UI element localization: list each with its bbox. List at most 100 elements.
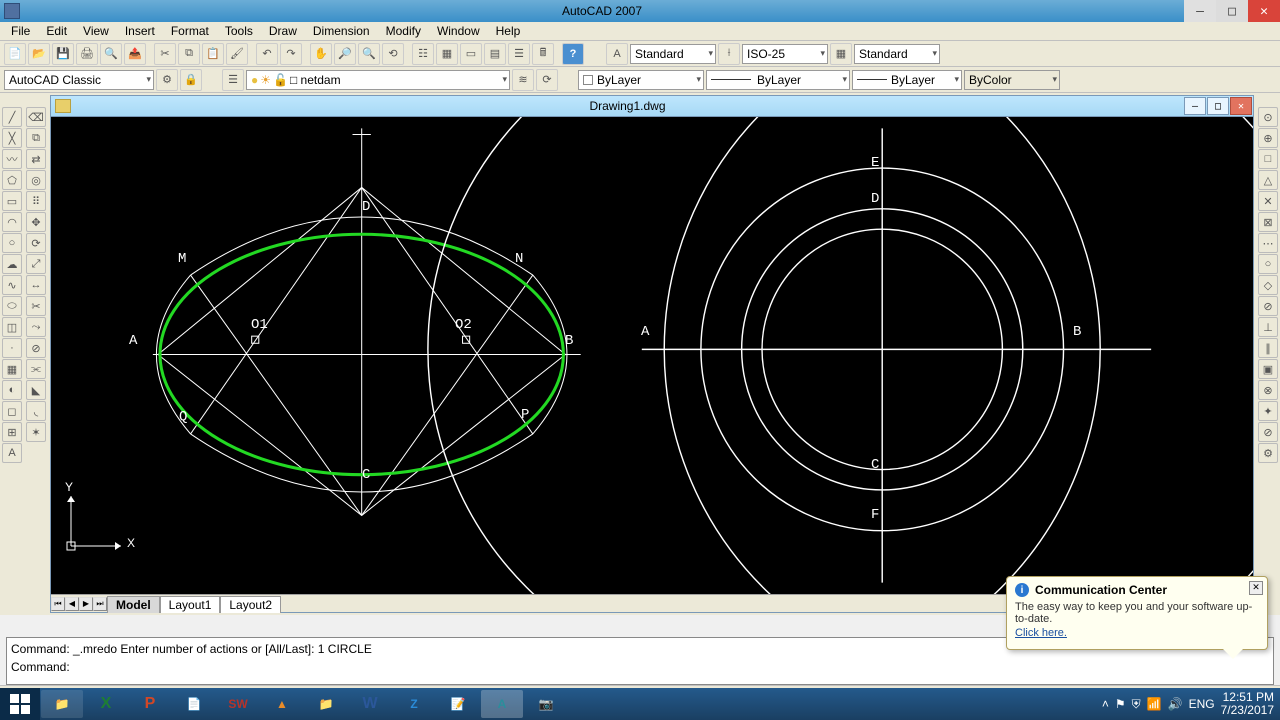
osnap-cen-icon[interactable]: ○ <box>1258 254 1278 274</box>
taskbar-notepad-icon[interactable]: 📝 <box>437 690 479 718</box>
taskbar-word-icon[interactable]: W <box>349 690 391 718</box>
osnap-temp-icon[interactable]: ⊙ <box>1258 107 1278 127</box>
taskbar-camera-icon[interactable]: 📷 <box>525 690 567 718</box>
erase-icon[interactable]: ⌫ <box>26 107 46 127</box>
osnap-tan-icon[interactable]: ⊘ <box>1258 296 1278 316</box>
redo-icon[interactable]: ↷ <box>280 43 302 65</box>
zoom-rt-icon[interactable]: 🔎 <box>334 43 356 65</box>
zoom-prev-icon[interactable]: ⟲ <box>382 43 404 65</box>
offset-icon[interactable]: ◎ <box>26 170 46 190</box>
table-style-dropdown[interactable]: Standard <box>854 44 940 64</box>
zoom-win-icon[interactable]: 🔍 <box>358 43 380 65</box>
rectangle-icon[interactable]: ▭ <box>2 191 22 211</box>
polygon-icon[interactable]: ⬠ <box>2 170 22 190</box>
hatch-icon[interactable]: ▦ <box>2 359 22 379</box>
commcenter-close-button[interactable]: ✕ <box>1249 581 1263 595</box>
plotstyle-dropdown[interactable]: ByColor <box>964 70 1060 90</box>
tray-language[interactable]: ENG <box>1189 697 1215 711</box>
lineweight-dropdown[interactable]: ByLayer <box>852 70 962 90</box>
copy-icon[interactable]: ⧉ <box>26 128 46 148</box>
cut-icon[interactable]: ✂ <box>154 43 176 65</box>
extend-icon[interactable]: ⤳ <box>26 317 46 337</box>
osnap-ins-icon[interactable]: ▣ <box>1258 359 1278 379</box>
array-icon[interactable]: ⠿ <box>26 191 46 211</box>
tab-next-button[interactable]: ▶ <box>79 597 93 611</box>
pline-icon[interactable]: 〰 <box>2 149 22 169</box>
osnap-ext-icon[interactable]: ⋯ <box>1258 233 1278 253</box>
plot-icon[interactable]: 🖨 <box>76 43 98 65</box>
menu-file[interactable]: File <box>4 23 37 39</box>
rotate-icon[interactable]: ⟳ <box>26 233 46 253</box>
workspace-lock-icon[interactable]: 🔒 <box>180 69 202 91</box>
block-icon[interactable]: ◫ <box>2 317 22 337</box>
osnap-mid-icon[interactable]: △ <box>1258 170 1278 190</box>
menu-window[interactable]: Window <box>430 23 487 39</box>
text-style-dropdown[interactable]: Standard <box>630 44 716 64</box>
dimstyle-icon[interactable]: ⟊ <box>718 43 740 65</box>
save-icon[interactable]: 💾 <box>52 43 74 65</box>
osnap-settings-icon[interactable]: ⚙ <box>1258 443 1278 463</box>
table-icon[interactable]: ⊞ <box>2 422 22 442</box>
tab-last-button[interactable]: ⏭ <box>93 597 107 611</box>
properties-icon[interactable]: ☷ <box>412 43 434 65</box>
stretch-icon[interactable]: ↔ <box>26 275 46 295</box>
fillet-icon[interactable]: ◟ <box>26 401 46 421</box>
point-icon[interactable]: · <box>2 338 22 358</box>
dc-icon[interactable]: ▦ <box>436 43 458 65</box>
undo-icon[interactable]: ↶ <box>256 43 278 65</box>
chamfer-icon[interactable]: ◣ <box>26 380 46 400</box>
menu-format[interactable]: Format <box>164 23 216 39</box>
tab-prev-button[interactable]: ◀ <box>65 597 79 611</box>
textstyle-icon[interactable]: A <box>606 43 628 65</box>
explode-icon[interactable]: ✶ <box>26 422 46 442</box>
osnap-perp-icon[interactable]: ⊥ <box>1258 317 1278 337</box>
tab-layout2[interactable]: Layout2 <box>220 596 281 613</box>
taskbar-solidworks-icon[interactable]: SW <box>217 690 259 718</box>
sheet-set-icon[interactable]: ▤ <box>484 43 506 65</box>
spline-icon[interactable]: ∿ <box>2 275 22 295</box>
linetype-dropdown[interactable]: ByLayer <box>706 70 850 90</box>
tray-security-icon[interactable]: ⛨ <box>1132 697 1141 712</box>
commcenter-link[interactable]: Click here. <box>1015 627 1067 639</box>
doc-maximize-button[interactable]: □ <box>1207 97 1229 115</box>
menu-edit[interactable]: Edit <box>39 23 74 39</box>
help-icon[interactable]: ? <box>562 43 584 65</box>
menu-view[interactable]: View <box>76 23 116 39</box>
maximize-button[interactable]: □ <box>1216 0 1248 22</box>
tool-palettes-icon[interactable]: ▭ <box>460 43 482 65</box>
tab-model[interactable]: Model <box>107 596 160 613</box>
menu-modify[interactable]: Modify <box>379 23 428 39</box>
osnap-from-icon[interactable]: ⊕ <box>1258 128 1278 148</box>
workspace-dropdown[interactable]: AutoCAD Classic <box>4 70 154 90</box>
gradient-icon[interactable]: ◐ <box>2 380 22 400</box>
tray-clock[interactable]: 12:51 PM 7/23/2017 <box>1221 691 1274 717</box>
osnap-near-icon[interactable]: ✦ <box>1258 401 1278 421</box>
revcloud-icon[interactable]: ☁ <box>2 254 22 274</box>
match-icon[interactable]: 🖌 <box>226 43 248 65</box>
osnap-par-icon[interactable]: ∥ <box>1258 338 1278 358</box>
osnap-int-icon[interactable]: ✕ <box>1258 191 1278 211</box>
menu-draw[interactable]: Draw <box>262 23 304 39</box>
osnap-end-icon[interactable]: □ <box>1258 149 1278 169</box>
close-button[interactable]: ✕ <box>1248 0 1280 22</box>
doc-close-button[interactable]: ✕ <box>1230 97 1252 115</box>
mirror-icon[interactable]: ⇄ <box>26 149 46 169</box>
taskbar-autocad-icon[interactable]: A <box>481 690 523 718</box>
xline-icon[interactable]: ╳ <box>2 128 22 148</box>
menu-insert[interactable]: Insert <box>118 23 162 39</box>
osnap-none-icon[interactable]: ⊘ <box>1258 422 1278 442</box>
menu-dimension[interactable]: Dimension <box>306 23 377 39</box>
break-icon[interactable]: ⊘ <box>26 338 46 358</box>
copy-icon[interactable]: ⧉ <box>178 43 200 65</box>
tab-layout1[interactable]: Layout1 <box>160 596 221 613</box>
drawing-canvas[interactable]: A B C D M N P Q O1 O2 A B C D E F <box>51 117 1253 594</box>
taskbar-foxit-icon[interactable]: 📄 <box>173 690 215 718</box>
join-icon[interactable]: ⫘ <box>26 359 46 379</box>
tray-speaker-icon[interactable]: 🔊 <box>1168 697 1183 711</box>
preview-icon[interactable]: 🔍 <box>100 43 122 65</box>
taskbar-zalo-icon[interactable]: Z <box>393 690 435 718</box>
doc-minimize-button[interactable]: — <box>1184 97 1206 115</box>
pan-icon[interactable]: ✋ <box>310 43 332 65</box>
tab-first-button[interactable]: ⏮ <box>51 597 65 611</box>
tray-flag-icon[interactable]: ⚑ <box>1115 697 1126 711</box>
